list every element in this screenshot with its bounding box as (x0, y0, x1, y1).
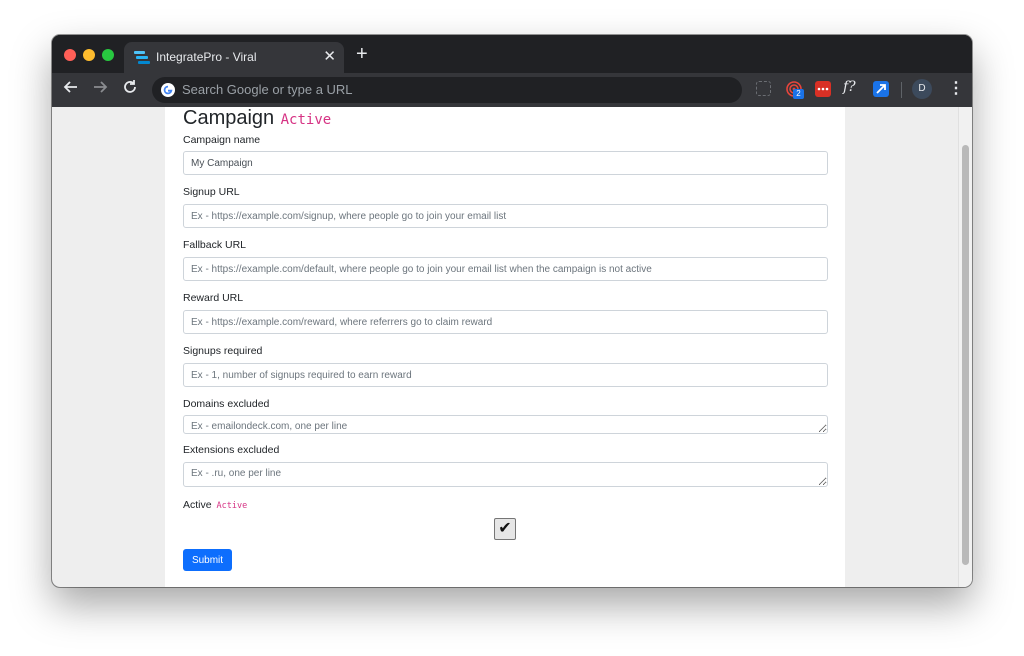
signup-url-input[interactable] (183, 204, 828, 228)
campaign-name-label: Campaign name (183, 134, 261, 146)
page-title-text: Campaign (183, 107, 275, 129)
domains-excluded-label: Domains excluded (183, 398, 270, 410)
extension-badge-count: 2 (793, 89, 804, 99)
reward-url-label: Reward URL (183, 292, 244, 304)
scrollbar-thumb[interactable] (962, 145, 969, 565)
page-title: Campaign Active (183, 107, 331, 133)
extensions-excluded-label: Extensions excluded (183, 444, 280, 456)
extensions-excluded-textarea[interactable] (183, 462, 828, 487)
forward-arrow-icon[interactable] (92, 79, 108, 100)
lastpass-extension-icon[interactable] (815, 81, 831, 97)
scrollbar[interactable] (958, 107, 972, 587)
close-window-button[interactable] (64, 49, 76, 61)
google-icon (160, 82, 176, 98)
signups-required-label: Signups required (183, 345, 263, 357)
address-bar-placeholder: Search Google or type a URL (182, 82, 353, 97)
active-status-badge: Active (216, 501, 248, 511)
browser-tab[interactable]: IntegratePro - Viral ✕ (124, 42, 344, 73)
fx-extension-icon[interactable]: f? (843, 79, 863, 95)
minimize-window-button[interactable] (83, 49, 95, 61)
new-tab-button[interactable]: + (356, 44, 368, 64)
integratepro-favicon-icon (134, 51, 150, 65)
close-tab-icon[interactable]: ✕ (323, 47, 336, 65)
browser-toolbar: Search Google or type a URL 2 f? D ⋮ (52, 73, 972, 107)
campaign-status-badge: Active (280, 112, 332, 128)
profile-avatar[interactable]: D (912, 79, 932, 99)
expand-extension-icon[interactable] (873, 81, 889, 97)
campaign-card: Campaign Active Campaign name Signup URL… (165, 107, 845, 587)
toolbar-divider (901, 82, 902, 98)
signups-required-input[interactable] (183, 363, 828, 387)
active-label-text: Active (183, 499, 212, 511)
back-arrow-icon[interactable] (63, 79, 79, 100)
campaign-name-input[interactable] (183, 151, 828, 175)
fallback-url-label: Fallback URL (183, 239, 247, 251)
address-bar[interactable]: Search Google or type a URL (152, 77, 742, 103)
maximize-window-button[interactable] (102, 49, 114, 61)
menu-dots-icon[interactable]: ⋮ (948, 79, 964, 99)
page-viewport: Campaign Active Campaign name Signup URL… (52, 107, 972, 587)
tab-title: IntegratePro - Viral (156, 50, 257, 64)
submit-button[interactable]: Submit (183, 549, 232, 571)
domains-excluded-textarea[interactable] (183, 415, 828, 434)
active-label: Active Active (183, 499, 247, 511)
reload-icon[interactable] (122, 79, 138, 100)
browser-window: IntegratePro - Viral ✕ + Search Google o… (52, 35, 972, 587)
tab-strip: IntegratePro - Viral ✕ + (52, 35, 972, 73)
reward-url-input[interactable] (183, 310, 828, 334)
signup-url-label: Signup URL (183, 186, 240, 198)
screenshot-extension-icon[interactable] (756, 81, 771, 96)
fallback-url-input[interactable] (183, 257, 828, 281)
active-checkbox[interactable]: ✔ (494, 518, 516, 540)
